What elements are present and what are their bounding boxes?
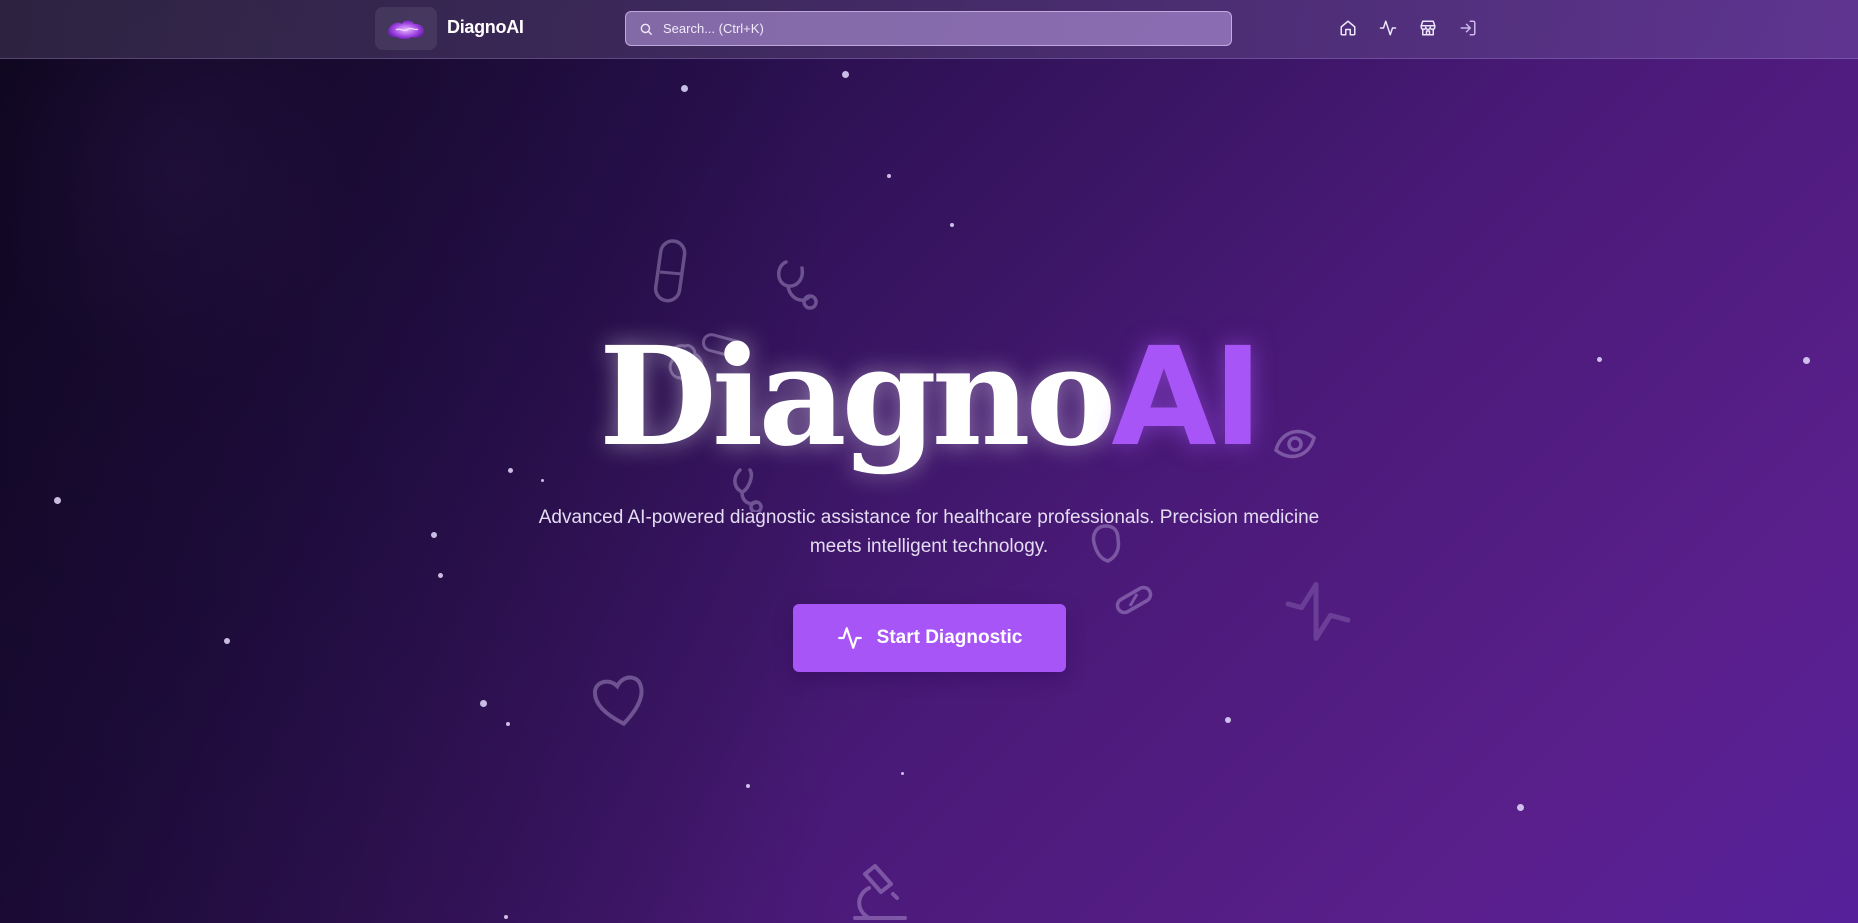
search-bar[interactable] [625, 11, 1232, 46]
hero-title: DiagnoAI [0, 322, 1858, 473]
star-dot [224, 638, 230, 644]
star-dot [746, 784, 750, 788]
store-icon[interactable] [1417, 17, 1439, 39]
nav-icon-group [1337, 17, 1479, 39]
star-dot [950, 223, 954, 227]
activity-icon [1285, 582, 1351, 641]
hero-subtitle: Advanced AI-powered diagnostic assistanc… [538, 507, 1320, 557]
home-icon[interactable] [1337, 17, 1359, 39]
hero-title-ai: AI [1111, 319, 1263, 477]
pill-icon [1115, 585, 1153, 615]
start-diagnostic-label: Start Diagnostic [876, 627, 1023, 648]
pill-icon [653, 239, 687, 303]
star-dot [506, 722, 510, 726]
brain-cloud-logo-icon [387, 19, 425, 39]
hero-title-diagno: Diagno [598, 317, 1116, 477]
star-dot [901, 772, 904, 775]
stethoscope-icon [777, 260, 818, 310]
activity-icon[interactable] [1377, 17, 1399, 39]
star-dot [887, 174, 891, 178]
login-icon[interactable] [1457, 17, 1479, 39]
top-nav-bar: DiagnoAI [0, 0, 1858, 59]
star-dot [438, 573, 443, 578]
star-dot [54, 497, 61, 504]
star-dot [504, 915, 508, 919]
brand-name[interactable]: DiagnoAI [447, 17, 524, 38]
star-dot [681, 85, 688, 92]
star-dot [1517, 804, 1524, 811]
search-input[interactable] [661, 20, 1185, 37]
activity-icon [837, 627, 862, 649]
star-dot [541, 479, 544, 482]
star-dot [480, 700, 487, 707]
microscope-icon [853, 864, 907, 920]
search-icon [639, 22, 653, 36]
heart-icon [592, 675, 644, 727]
start-diagnostic-button[interactable]: Start Diagnostic [793, 604, 1066, 672]
star-dot [431, 532, 437, 538]
star-dot [842, 71, 849, 78]
logo[interactable] [375, 7, 437, 50]
star-dot [1225, 717, 1231, 723]
